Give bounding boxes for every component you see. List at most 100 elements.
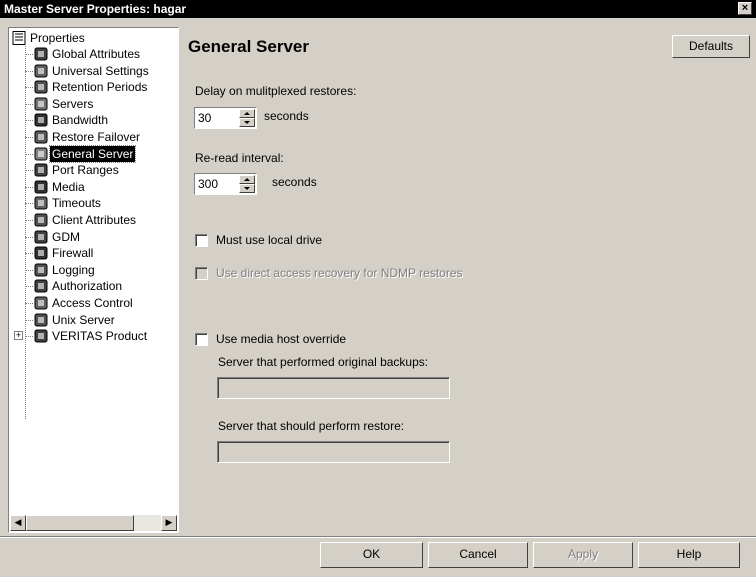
expand-icon[interactable]: + (14, 331, 23, 341)
reread-unit: seconds (272, 175, 317, 189)
tree-item-label: Bandwidth (52, 113, 109, 128)
reread-label: Re-read interval: (195, 151, 284, 165)
tree-connector (25, 87, 33, 89)
tree-item-label: Client Attributes (52, 213, 137, 227)
defaults-button[interactable]: Defaults (672, 35, 750, 58)
tree-item-label: Media (52, 179, 85, 194)
scroll-thumb[interactable] (26, 515, 134, 531)
help-button[interactable]: Help (638, 542, 740, 568)
restore-server-field (217, 441, 450, 463)
delay-spin-down[interactable] (239, 118, 255, 127)
media-host-override-label: Use media host override (216, 332, 347, 346)
port-ranges-icon (34, 163, 48, 177)
scroll-right-button[interactable]: ▶ (161, 515, 177, 531)
general-server-icon (34, 147, 48, 161)
tree-connector (25, 319, 33, 321)
tree-item-label: Port Ranges (52, 163, 119, 178)
tree-item-label: Firewall (52, 246, 94, 261)
delay-label: Delay on mulitplexed restores: (195, 84, 357, 98)
tree-connector (25, 186, 33, 188)
tree-connector (25, 303, 33, 304)
tree-item-label: Timeouts (52, 196, 101, 211)
firewall-icon (34, 246, 48, 260)
down-arrow-icon (244, 121, 250, 124)
tree-connector (25, 54, 33, 55)
tree-item-label: Global Attributes (52, 47, 141, 61)
down-arrow-icon (244, 187, 250, 190)
tree-item-label: GDM (52, 229, 80, 244)
tree-connector (25, 103, 33, 105)
tree-connector (25, 137, 33, 138)
ok-button[interactable]: OK (320, 542, 423, 568)
reread-spin-buttons (239, 175, 255, 193)
properties-icon (12, 31, 26, 45)
gdm-icon (34, 230, 48, 244)
scroll-left-icon: ◀ (14, 517, 22, 527)
authorization-icon (34, 279, 48, 293)
cancel-button[interactable]: Cancel (428, 542, 528, 568)
delay-spin-up[interactable] (239, 109, 255, 118)
original-server-field (217, 377, 450, 399)
tree-connector (25, 336, 33, 338)
reread-spin-down[interactable] (239, 184, 255, 193)
tree-connector (25, 253, 33, 255)
tree-connector (25, 120, 33, 122)
up-arrow-icon (244, 112, 250, 115)
tree-connector (25, 70, 33, 72)
tree-connector (25, 153, 33, 155)
original-server-label: Server that performed original backups: (218, 355, 429, 369)
delay-unit: seconds (264, 109, 309, 123)
tree-item-label: Logging (52, 262, 95, 277)
tree-connector (25, 203, 33, 205)
title-bar[interactable]: Master Server Properties: hagar × (0, 0, 756, 18)
scroll-right-icon: ▶ (165, 517, 173, 527)
client-attributes-icon (34, 213, 48, 227)
direct-access-recovery-checkbox (195, 267, 208, 280)
globe-icon (34, 47, 48, 61)
reread-spin-up[interactable] (239, 175, 255, 184)
scroll-left-button[interactable]: ◀ (10, 515, 26, 531)
must-use-local-drive-label: Must use local drive (216, 233, 323, 247)
tree-connector (25, 220, 33, 221)
unix-server-icon (34, 313, 48, 327)
tree-item-label: Servers (52, 96, 94, 111)
master-server-properties-dialog: Master Server Properties: hagar × Proper… (0, 0, 756, 577)
tree-connector (25, 46, 26, 419)
apply-button: Apply (533, 542, 633, 568)
retention-icon (34, 80, 48, 94)
tree-item-label: Universal Settings (52, 63, 149, 78)
horizontal-scrollbar[interactable]: ◀ ▶ (10, 515, 177, 531)
tree-item-label: Restore Failover (52, 130, 141, 144)
properties-tree[interactable]: Properties Global Attributes Universal Se… (8, 27, 179, 533)
must-use-local-drive-checkbox[interactable] (195, 234, 208, 247)
tree-item-label: General Server (48, 144, 137, 163)
tree-item-label: Access Control (52, 296, 133, 310)
delay-spinner[interactable]: 30 (194, 107, 257, 129)
clock-icon (34, 196, 48, 210)
tree-item-label: Retention Periods (52, 80, 148, 95)
restore-failover-icon (34, 130, 48, 144)
reread-spinner[interactable]: 300 (194, 173, 257, 195)
window-title: Master Server Properties: hagar (4, 2, 187, 16)
veritas-product-icon (34, 329, 48, 343)
tree-item-label: VERITAS Product (52, 329, 148, 344)
tree-root-label: Properties (30, 31, 85, 45)
tree-connector (25, 170, 33, 172)
restore-server-label: Server that should perform restore: (218, 419, 405, 433)
tree-item-label: Authorization (52, 279, 123, 294)
bottom-separator (0, 536, 756, 538)
tree-connector (25, 269, 33, 271)
reread-value: 300 (198, 177, 219, 191)
close-icon: × (741, 2, 749, 14)
close-button[interactable]: × (738, 2, 752, 15)
up-arrow-icon (244, 178, 250, 181)
bandwidth-icon (34, 113, 48, 127)
tree-item-label: Unix Server (52, 312, 115, 327)
media-icon (34, 180, 48, 194)
logging-icon (34, 263, 48, 277)
page-title: General Server (188, 37, 309, 56)
media-host-override-checkbox[interactable] (195, 333, 208, 346)
tree-connector (25, 286, 33, 288)
tree-connector (25, 236, 33, 238)
universal-settings-icon (34, 64, 48, 78)
